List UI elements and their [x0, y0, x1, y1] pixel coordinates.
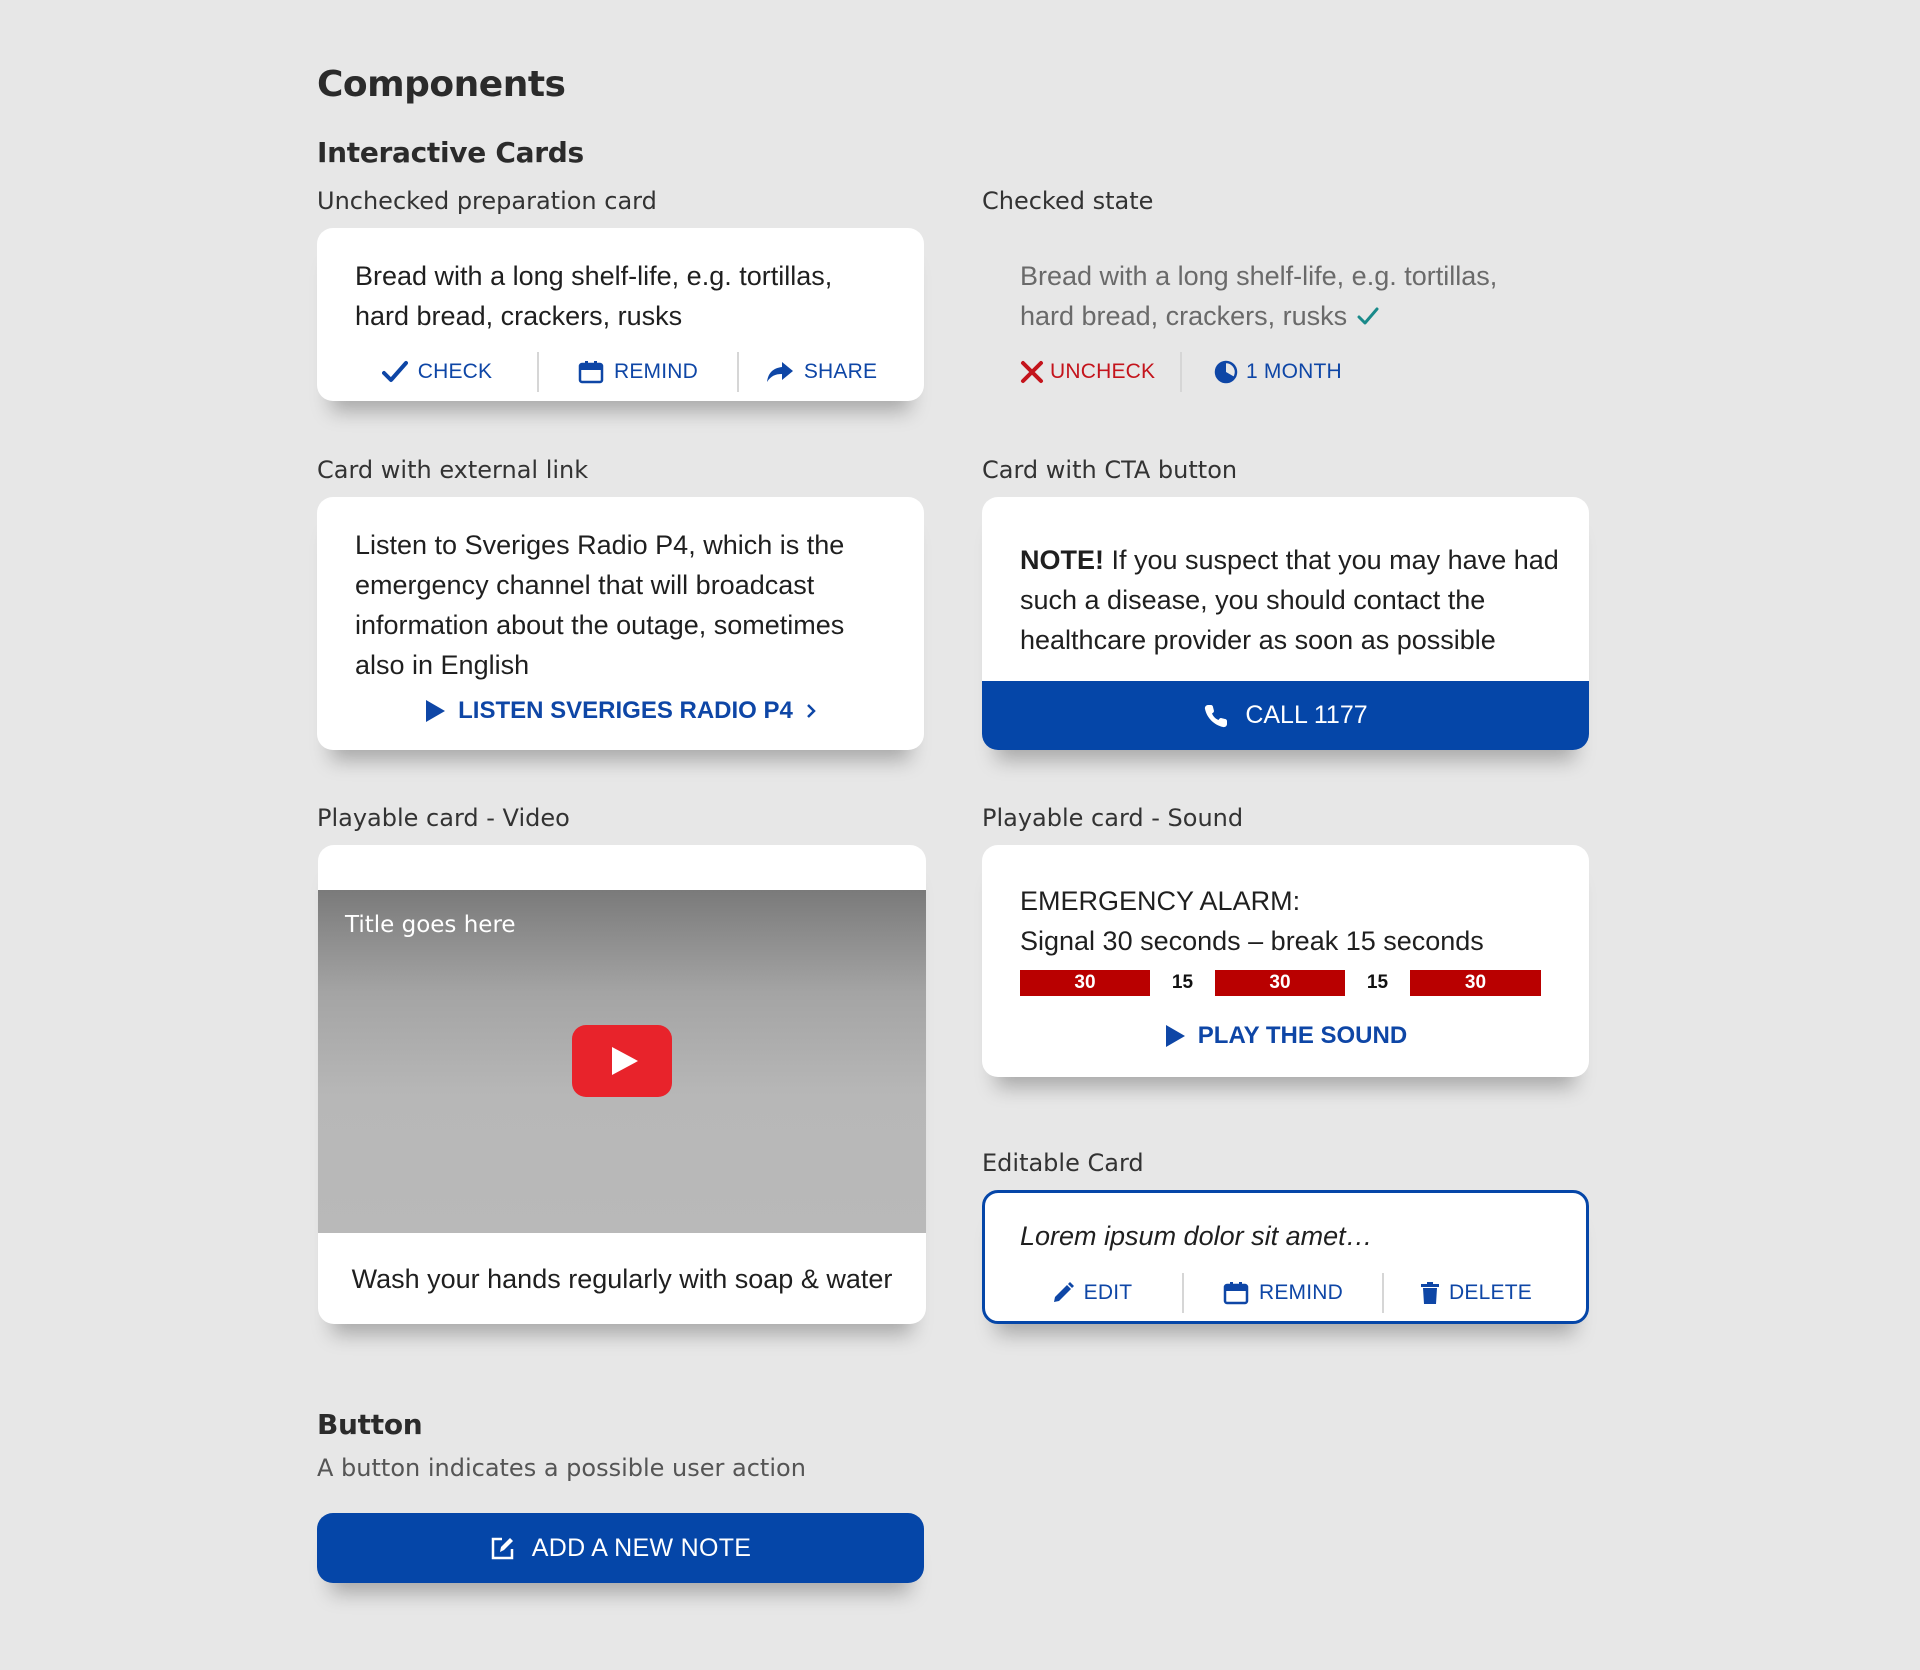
- play-icon: [1164, 1024, 1186, 1048]
- playable-sound-card: EMERGENCY ALARM: Signal 30 seconds – bre…: [982, 845, 1589, 1077]
- cta-card: NOTE! If you suspect that you may have h…: [982, 497, 1589, 750]
- unchecked-card-label: Unchecked preparation card: [317, 187, 657, 215]
- video-caption: Wash your hands regularly with soap & wa…: [351, 1264, 893, 1294]
- timeline-break-segment: 15: [1171, 972, 1194, 993]
- card-text-line: Bread with a long shelf-life, e.g. torti…: [1020, 261, 1498, 291]
- one-month-button[interactable]: 1 MONTH: [1182, 360, 1374, 384]
- external-link-card-label: Card with external link: [317, 456, 589, 484]
- section-title-interactive-cards: Interactive Cards: [317, 136, 584, 169]
- editable-card-label: Editable Card: [982, 1149, 1144, 1177]
- card-text-line: hard bread, crackers, rusks: [355, 301, 683, 331]
- check-button[interactable]: CHECK: [337, 360, 537, 384]
- video-title: Title goes here: [345, 912, 516, 938]
- phone-icon: [1203, 703, 1229, 729]
- sound-card-label: Playable card - Sound: [982, 804, 1244, 832]
- calendar-icon: [1223, 1281, 1249, 1305]
- edit-note-icon: [490, 1535, 516, 1561]
- card-text-line: such a disease, you should contact the: [1020, 585, 1486, 615]
- card-text-line: Bread with a long shelf-life, e.g. torti…: [355, 261, 833, 291]
- card-text-line: emergency channel that will broadcast: [355, 570, 815, 600]
- note-text[interactable]: Lorem ipsum dolor sit amet…: [1020, 1221, 1373, 1252]
- card-text-line: Listen to Sveriges Radio P4, which is th…: [355, 530, 845, 560]
- card-text-line: also in English: [355, 650, 530, 680]
- checkmark-icon: [1357, 306, 1379, 326]
- playable-video-card: Title goes here Wash your hands regularl…: [318, 845, 926, 1324]
- remind-button[interactable]: REMIND: [1184, 1281, 1382, 1305]
- listen-radio-link[interactable]: LISTEN SVERIGES RADIO P4: [317, 697, 924, 725]
- uncheck-button[interactable]: UNCHECK: [1020, 360, 1180, 384]
- share-icon: [766, 360, 794, 384]
- delete-button[interactable]: DELETE: [1384, 1281, 1569, 1305]
- external-link-card: Listen to Sveriges Radio P4, which is th…: [317, 497, 924, 750]
- button-description: A button indicates a possible user actio…: [317, 1454, 806, 1482]
- checked-preparation-card: Bread with a long shelf-life, e.g. torti…: [982, 228, 1589, 401]
- page-title: Components: [317, 64, 566, 105]
- alarm-timeline: 30 15 30 15 30: [1020, 970, 1541, 996]
- trash-icon: [1421, 1282, 1440, 1304]
- editable-card[interactable]: Lorem ipsum dolor sit amet… EDIT REMIND …: [982, 1190, 1589, 1324]
- add-new-note-button[interactable]: ADD A NEW NOTE: [317, 1513, 924, 1583]
- checked-state-label: Checked state: [982, 187, 1154, 215]
- pie-clock-icon: [1214, 360, 1238, 384]
- timeline-signal-segment: 30: [1215, 970, 1345, 996]
- share-button[interactable]: SHARE: [739, 360, 904, 384]
- card-text-line: healthcare provider as soon as possible: [1020, 625, 1496, 655]
- alarm-description: Signal 30 seconds – break 15 seconds: [1020, 926, 1484, 956]
- note-label: NOTE!: [1020, 545, 1104, 575]
- cta-card-label: Card with CTA button: [982, 456, 1238, 484]
- card-text-line: information about the outage, sometimes: [355, 610, 845, 640]
- timeline-break-segment: 15: [1366, 972, 1389, 993]
- youtube-play-icon[interactable]: [572, 1025, 672, 1097]
- calendar-icon: [578, 360, 604, 384]
- video-player[interactable]: Title goes here: [318, 890, 926, 1233]
- pencil-icon: [1052, 1282, 1074, 1304]
- play-icon: [424, 699, 446, 723]
- x-icon: [1020, 360, 1044, 384]
- alarm-title: EMERGENCY ALARM:: [1020, 886, 1301, 916]
- edit-button[interactable]: EDIT: [1002, 1281, 1182, 1305]
- check-icon: [381, 360, 408, 384]
- video-card-label: Playable card - Video: [317, 804, 570, 832]
- timeline-signal-segment: 30: [1020, 970, 1150, 996]
- play-sound-button[interactable]: PLAY THE SOUND: [982, 1022, 1589, 1050]
- card-text-line: hard bread, crackers, rusks: [1020, 301, 1348, 331]
- call-1177-button[interactable]: CALL 1177: [982, 681, 1589, 750]
- remind-button[interactable]: REMIND: [539, 360, 737, 384]
- timeline-signal-segment: 30: [1410, 970, 1541, 996]
- section-title-button: Button: [317, 1408, 423, 1441]
- chevron-right-icon: [805, 703, 817, 719]
- unchecked-preparation-card: Bread with a long shelf-life, e.g. torti…: [317, 228, 924, 401]
